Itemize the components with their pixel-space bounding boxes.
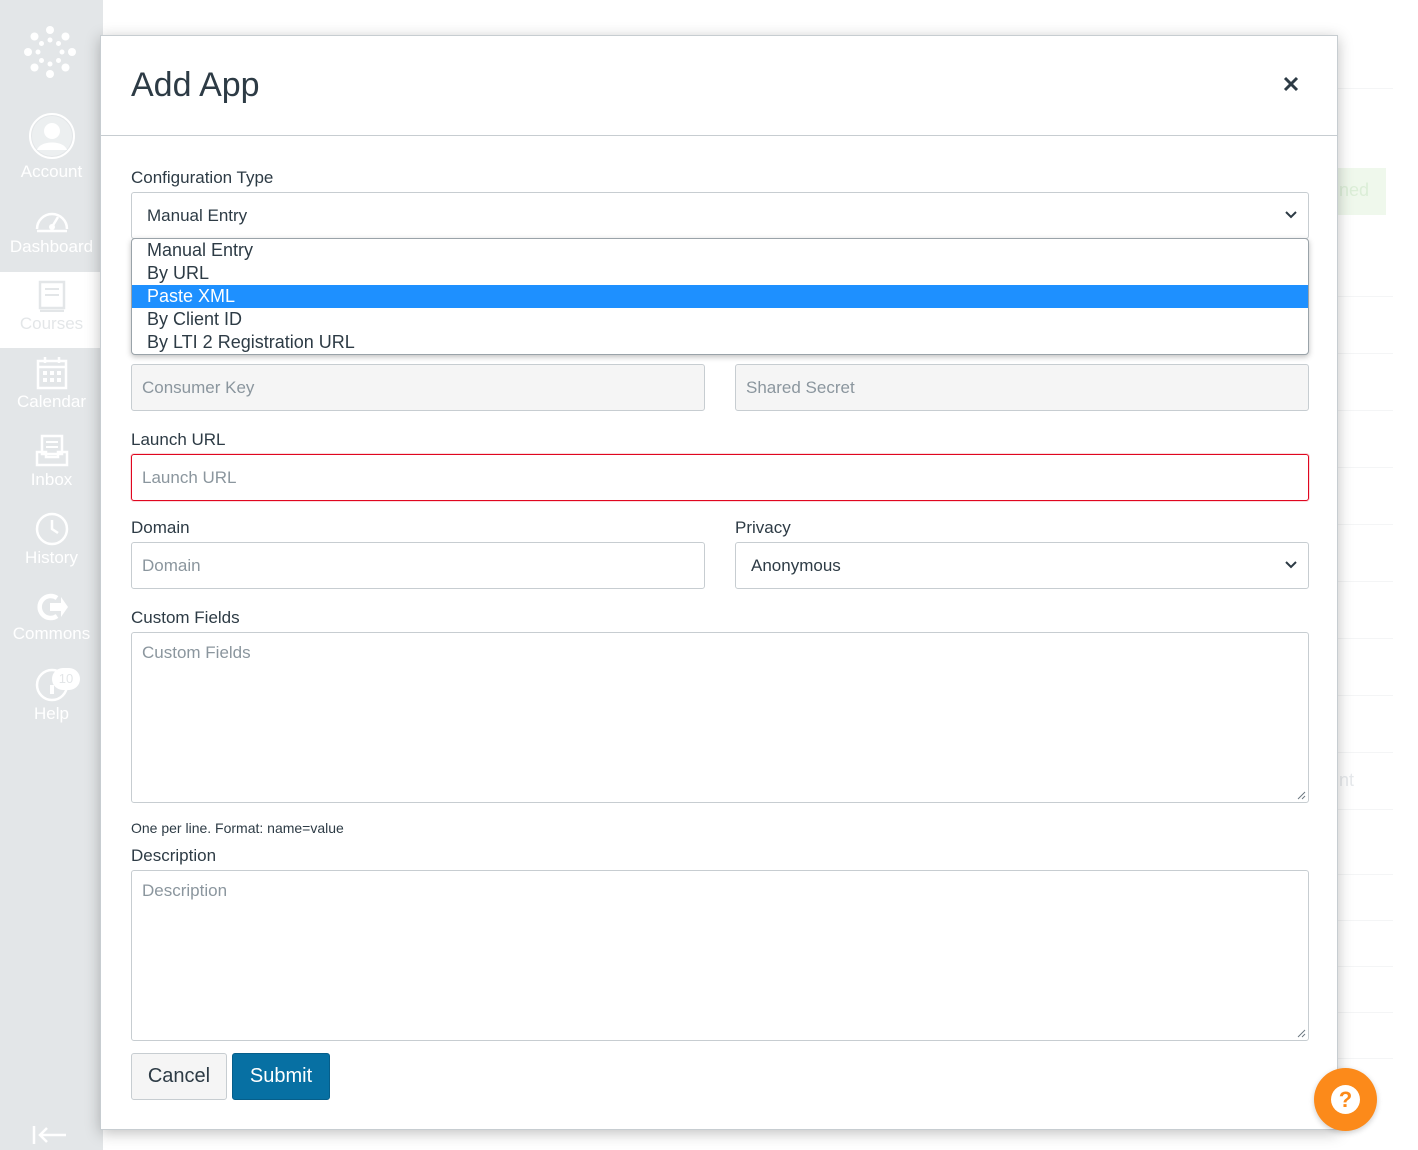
option-by-url[interactable]: By URL [132, 262, 1308, 285]
privacy-label: Privacy [735, 518, 791, 537]
option-manual-entry[interactable]: Manual Entry [132, 239, 1308, 262]
description-placeholder: Description [142, 881, 228, 900]
custom-fields-hint: One per line. Format: name=value [131, 820, 344, 836]
domain-label: Domain [131, 518, 190, 537]
modal-title: Add App [131, 66, 260, 104]
close-icon [1283, 76, 1299, 92]
option-paste-xml[interactable]: Paste XML [132, 285, 1308, 308]
config-type-select[interactable]: Manual Entry [131, 192, 1309, 239]
option-by-client-id[interactable]: By Client ID [132, 308, 1308, 331]
privacy-select[interactable]: Anonymous [735, 542, 1309, 589]
add-app-modal: Add App Configuration Type Manual Entry … [100, 35, 1338, 1130]
custom-fields-label: Custom Fields [131, 608, 240, 627]
cancel-button[interactable]: Cancel [131, 1053, 227, 1100]
question-mark-icon: ? [1331, 1085, 1360, 1114]
shared-secret-input[interactable]: Shared Secret [735, 364, 1309, 411]
config-type-value: Manual Entry [147, 206, 248, 225]
consumer-key-input[interactable]: Consumer Key [131, 364, 705, 411]
config-type-dropdown: Manual Entry By URL Paste XML By Client … [131, 238, 1309, 355]
close-button[interactable] [1277, 70, 1305, 98]
launch-url-label: Launch URL [131, 430, 226, 449]
domain-input[interactable]: Domain [131, 542, 705, 589]
custom-fields-placeholder: Custom Fields [142, 643, 251, 662]
description-textarea[interactable]: Description [131, 870, 1309, 1041]
launch-url-input[interactable]: Launch URL [131, 454, 1309, 501]
config-type-label: Configuration Type [131, 168, 274, 187]
resize-grip-icon[interactable] [1296, 1028, 1306, 1038]
option-by-lti2-registration-url[interactable]: By LTI 2 Registration URL [132, 331, 1308, 354]
custom-fields-textarea[interactable]: Custom Fields [131, 632, 1309, 803]
modal-header: Add App [101, 36, 1337, 136]
description-label: Description [131, 846, 217, 865]
submit-button[interactable]: Submit [232, 1053, 330, 1100]
privacy-value: Anonymous [751, 556, 841, 575]
chevron-down-icon [1285, 561, 1297, 569]
help-fab-button[interactable]: ? [1314, 1068, 1377, 1131]
chevron-down-icon [1285, 211, 1297, 219]
resize-grip-icon[interactable] [1296, 790, 1306, 800]
